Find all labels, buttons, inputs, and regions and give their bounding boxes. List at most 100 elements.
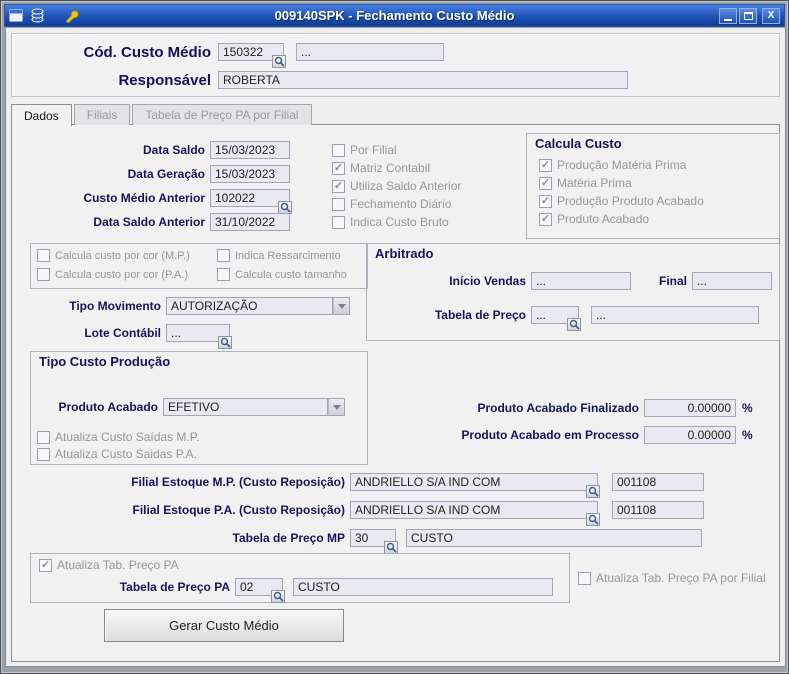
dialog-client: Cód. Custo Médio 150322 ... Responsável … (5, 28, 786, 667)
produto-acabado-dropdown-button[interactable] (328, 398, 345, 416)
data-saldo-field[interactable]: 15/03/2023 (210, 141, 290, 159)
checkbox-label: Indica Ressarcimento (235, 250, 341, 262)
lote-contabil-lookup-button[interactable] (218, 336, 232, 349)
checkbox-atualiza-tab-preco-pa[interactable]: ✓ Atualiza Tab. Preço PA (39, 558, 179, 572)
tipo-movimento-select[interactable]: AUTORIZAÇÃO (166, 297, 350, 315)
checkbox-label: Matriz Contabil (350, 161, 430, 175)
data-geracao-label: Data Geração (20, 167, 210, 181)
checkbox-box (37, 448, 50, 461)
tab-filiais[interactable]: Filiais (74, 104, 131, 125)
checkbox-atualiza-tab-preco-pa-por-filial[interactable]: Atualiza Tab. Preço PA por Filial (578, 571, 766, 585)
checkbox-box: ✓ (539, 177, 552, 190)
tipo-movimento-label: Tipo Movimento (16, 299, 166, 313)
tab-dados[interactable]: Dados (11, 104, 72, 126)
responsavel-field[interactable]: ROBERTA (218, 71, 628, 89)
app-window: 009140SPK - Fechamento Custo Médio X Cód… (0, 0, 789, 674)
checkbox-label: Calcula custo por cor (P.A.) (55, 269, 188, 281)
filial-estoque-pa-code-field[interactable]: 001108 (612, 501, 704, 519)
close-button[interactable]: X (762, 8, 780, 24)
magnifier-icon (220, 337, 231, 348)
titlebar[interactable]: 009140SPK - Fechamento Custo Médio X (4, 4, 785, 27)
checkbox-calcula-custo-tamanho[interactable]: Calcula custo tamanho (217, 268, 347, 281)
checkbox-matriz-contabil[interactable]: ✓ Matriz Contabil (332, 161, 430, 175)
lote-contabil-row: Lote Contábil ... (16, 324, 230, 342)
arbitrado-group: Arbitrado Início Vendas ... Final ... Ta… (366, 243, 780, 341)
chevron-down-icon (338, 304, 346, 309)
checkbox-label: Matéria Prima (557, 176, 632, 190)
checkbox-utiliza-saldo-anterior[interactable]: ✓ Utiliza Saldo Anterior (332, 179, 461, 193)
checkbox-label: Por Filial (350, 143, 397, 157)
checkbox-atualiza-custo-saidas-mp[interactable]: Atualiza Custo Saídas M.P. (37, 430, 200, 444)
tab-tabela-preco-pa-por-filial[interactable]: Tabela de Preço PA por Filial (132, 104, 311, 125)
checkbox-label: Calcula custo tamanho (235, 269, 347, 281)
titlebar-icons (9, 8, 80, 23)
minimize-button[interactable] (719, 8, 737, 24)
filial-estoque-mp-lookup-button[interactable] (586, 485, 600, 498)
checkbox-fechamento-diario[interactable]: Fechamento Diário (332, 197, 451, 211)
filial-estoque-mp-label: Filial Estoque M.P. (Custo Reposição) (20, 475, 350, 489)
checkbox-calcula-custo-por-cor-mp[interactable]: Calcula custo por cor (M.P.) (37, 249, 190, 262)
checkbox-indica-custo-bruto[interactable]: Indica Custo Bruto (332, 215, 449, 229)
tabela-preco-pa-lookup-button[interactable] (271, 590, 285, 603)
checkbox-box (217, 249, 230, 262)
produto-acabado-label: Produto Acabado (35, 400, 163, 414)
checkbox-calcula-custo-por-cor-pa[interactable]: Calcula custo por cor (P.A.) (37, 268, 188, 281)
responsavel-label: Responsável (22, 72, 218, 89)
checkbox-indica-ressarcimento[interactable]: Indica Ressarcimento (217, 249, 341, 262)
lote-contabil-label: Lote Contábil (16, 326, 166, 340)
checkbox-produto-acabado[interactable]: ✓ Produto Acabado (539, 212, 649, 226)
data-saldo-anterior-field[interactable]: 31/10/2022 (210, 213, 290, 231)
cod-custo-medio-label: Cód. Custo Médio (22, 44, 218, 61)
tipo-custo-producao-group: Tipo Custo Produção Produto Acabado EFET… (30, 351, 368, 465)
tabela-pa-group: ✓ Atualiza Tab. Preço PA Tabela de Preço… (30, 553, 570, 603)
data-saldo-label: Data Saldo (20, 143, 210, 157)
wrench-icon[interactable] (64, 8, 80, 23)
tabela-de-preco-desc-field[interactable]: ... (591, 306, 759, 324)
tipo-movimento-dropdown-button[interactable] (333, 297, 350, 315)
inicio-vendas-field[interactable]: ... (531, 272, 631, 290)
checkbox-box (37, 431, 50, 444)
checkbox-producao-produto-acabado[interactable]: ✓ Produção Produto Acabado (539, 194, 704, 208)
checkbox-materia-prima[interactable]: ✓ Matéria Prima (539, 176, 632, 190)
checkbox-box (217, 268, 230, 281)
cod-custo-medio-lookup-button[interactable] (272, 55, 286, 68)
data-geracao-field[interactable]: 15/03/2023 (210, 165, 290, 183)
minimize-icon (724, 19, 732, 21)
filial-estoque-mp-field[interactable]: ANDRIELLO S/A IND COM (350, 473, 598, 491)
checkbox-box: ✓ (332, 180, 345, 193)
magnifier-icon (280, 202, 291, 213)
filial-estoque-pa-field[interactable]: ANDRIELLO S/A IND COM (350, 501, 598, 519)
cod-custo-medio-desc-field[interactable]: ... (296, 43, 444, 61)
filial-estoque-mp-code-field[interactable]: 001108 (612, 473, 704, 491)
checkbox-box: ✓ (332, 162, 345, 175)
checkbox-label: Atualiza Custo Saídas M.P. (55, 430, 200, 444)
checkbox-label: Indica Custo Bruto (350, 215, 449, 229)
filial-estoque-mp-row: Filial Estoque M.P. (Custo Reposição) AN… (20, 473, 704, 491)
produto-acabado-value: EFETIVO (163, 398, 328, 416)
maximize-button[interactable] (739, 8, 757, 24)
filial-estoque-pa-row: Filial Estoque P.A. (Custo Reposição) AN… (20, 501, 704, 519)
filial-estoque-pa-lookup-button[interactable] (586, 513, 600, 526)
tabela-de-preco-lookup-button[interactable] (567, 318, 581, 331)
checkbox-box (332, 144, 345, 157)
produto-acabado-em-processo-row: Produto Acabado em Processo 0.00000 % (372, 426, 753, 444)
custo-medio-anterior-row: Custo Médio Anterior 102022 (20, 189, 290, 207)
magnifier-icon (274, 56, 285, 67)
produto-acabado-select[interactable]: EFETIVO (163, 398, 345, 416)
gerar-custo-medio-button[interactable]: Gerar Custo Médio (104, 609, 344, 642)
tipo-movimento-row: Tipo Movimento AUTORIZAÇÃO (16, 297, 350, 315)
final-field[interactable]: ... (692, 272, 772, 290)
produto-acabado-em-processo-field[interactable]: 0.00000 (644, 426, 736, 444)
tabela-preco-pa-label: Tabela de Preço PA (35, 580, 235, 594)
chevron-down-icon (333, 405, 341, 410)
checkbox-box: ✓ (539, 159, 552, 172)
checkbox-atualiza-custo-saidas-pa[interactable]: Atualiza Custo Saidas P.A. (37, 447, 197, 461)
tabela-preco-mp-desc-field[interactable]: CUSTO (406, 529, 702, 547)
checkbox-producao-materia-prima[interactable]: ✓ Produção Matéria Prima (539, 158, 686, 172)
produto-acabado-finalizado-label: Produto Acabado Finalizado (372, 401, 644, 415)
checkbox-por-filial[interactable]: Por Filial (332, 143, 397, 157)
produto-acabado-finalizado-field[interactable]: 0.00000 (644, 399, 736, 417)
tabela-preco-pa-desc-field[interactable]: CUSTO (293, 578, 553, 596)
produto-acabado-em-processo-label: Produto Acabado em Processo (372, 428, 644, 442)
checkbox-label: Calcula custo por cor (M.P.) (55, 250, 190, 262)
